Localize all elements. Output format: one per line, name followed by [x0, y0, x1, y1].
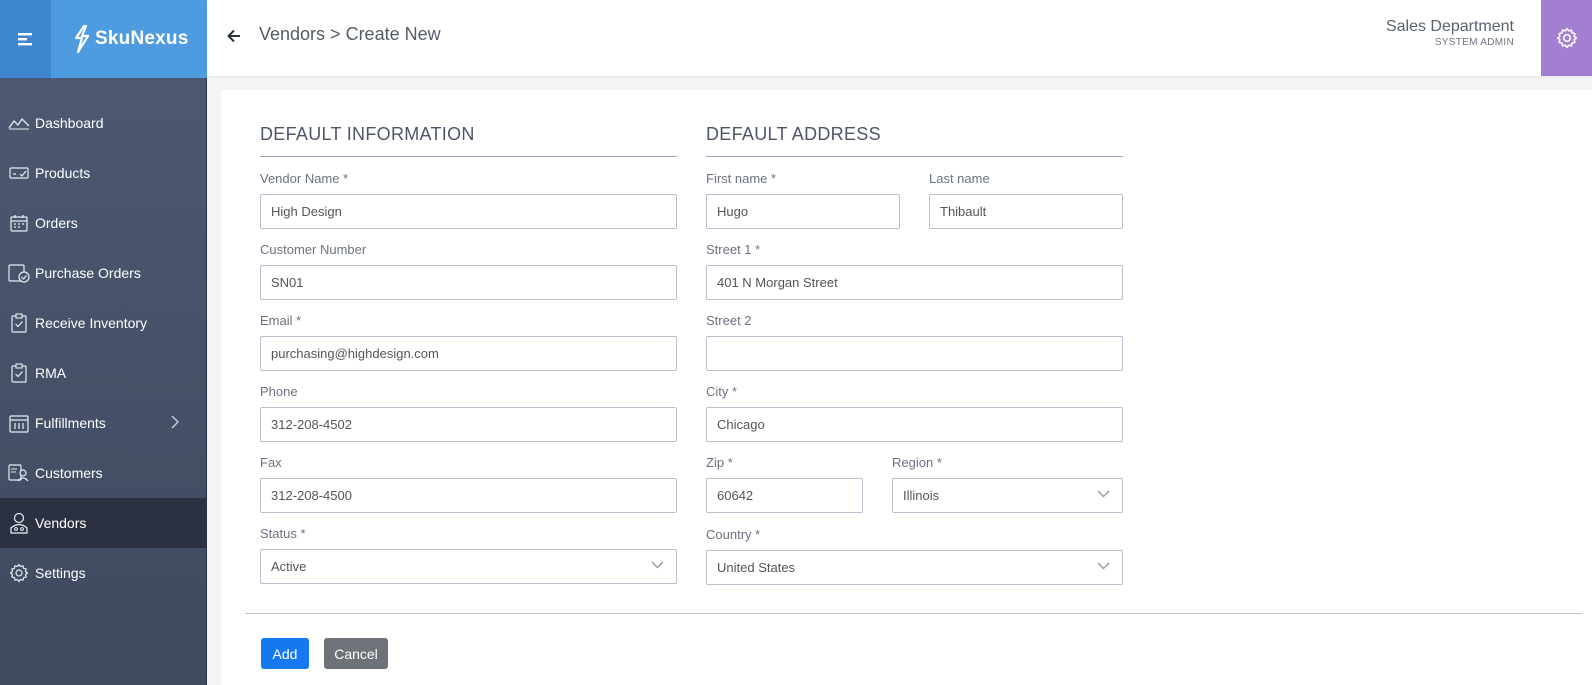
arrow-left-icon [227, 29, 240, 43]
zip-input[interactable]: 60642 [706, 478, 863, 513]
purchase-orders-icon [8, 262, 30, 284]
default-address-title: DEFAULT ADDRESS [706, 124, 881, 144]
products-icon [8, 162, 30, 184]
country-select[interactable]: United States [706, 550, 1123, 585]
fax-label: Fax [260, 455, 282, 470]
sidebar-item-receive-inventory[interactable]: Receive Inventory [0, 298, 207, 348]
chevron-down-icon [1097, 562, 1110, 570]
customer-number-input[interactable]: SN01 [260, 265, 677, 300]
sidebar-item-label: Purchase Orders [35, 265, 141, 281]
brand-bar: SkuNexus [0, 0, 207, 78]
brand-name: SkuNexus [95, 28, 189, 49]
first-name-input[interactable]: Hugo [706, 194, 900, 229]
street1-label: Street 1 * [706, 242, 761, 257]
sidebar-item-fulfillments[interactable]: Fulfillments [0, 398, 207, 448]
country-label: Country * [706, 527, 761, 542]
sidebar-item-settings[interactable]: Settings [0, 548, 207, 598]
vendor-form-card: DEFAULT INFORMATION Vendor Name * High D… [221, 90, 1592, 685]
sidebar: SkuNexus Dashboard Products Orders Purch… [0, 0, 207, 685]
country-value: United States [717, 560, 796, 575]
gear-icon [1556, 27, 1577, 49]
gear-icon [8, 562, 30, 584]
first-name-label: First name * [706, 171, 777, 186]
cancel-button[interactable]: Cancel [324, 638, 388, 669]
sidebar-item-label: Dashboard [35, 115, 104, 131]
sidebar-nav: Dashboard Products Orders Purchase Order… [0, 98, 207, 598]
menu-toggle-button[interactable] [0, 0, 51, 78]
clipboard-check-icon [8, 312, 30, 334]
sidebar-item-purchase-orders[interactable]: Purchase Orders [0, 248, 207, 298]
fax-input[interactable]: 312-208-4500 [260, 478, 677, 513]
sidebar-item-label: Settings [35, 565, 86, 581]
default-information-title: DEFAULT INFORMATION [260, 124, 475, 144]
phone-input[interactable]: 312-208-4502 [260, 407, 677, 442]
sidebar-item-products[interactable]: Products [0, 148, 207, 198]
street2-label: Street 2 [706, 313, 752, 328]
status-value: Active [271, 559, 307, 574]
region-value: Illinois [903, 488, 940, 503]
back-button[interactable] [224, 25, 244, 47]
hamburger-icon [17, 33, 32, 46]
last-name-label: Last name [929, 171, 990, 186]
department-switcher[interactable]: Sales Department SYSTEM ADMIN [1386, 18, 1514, 48]
header-settings-button[interactable] [1541, 0, 1592, 76]
customer-number-label: Customer Number [260, 242, 367, 257]
email-field[interactable]: purchasing@highdesign.com [260, 336, 677, 371]
top-header: Vendors > Create New Sales Department SY… [207, 0, 1592, 76]
sidebar-item-rma[interactable]: RMA [0, 348, 207, 398]
vendors-icon [8, 512, 30, 534]
vendor-name-label: Vendor Name * [260, 171, 349, 186]
logo-bolt-icon [74, 25, 90, 53]
sidebar-item-label: RMA [35, 365, 67, 381]
orders-icon [8, 212, 30, 234]
dashboard-icon [8, 112, 30, 134]
sidebar-item-label: Customers [35, 465, 103, 481]
add-button[interactable]: Add [261, 638, 309, 669]
zip-label: Zip * [706, 455, 733, 470]
sidebar-item-customers[interactable]: Customers [0, 448, 207, 498]
fulfillments-icon [8, 412, 30, 434]
chevron-down-icon [651, 561, 664, 569]
status-select[interactable]: Active [260, 549, 677, 584]
sidebar-item-dashboard[interactable]: Dashboard [0, 98, 207, 148]
status-label: Status * [260, 526, 306, 541]
brand-logo[interactable]: SkuNexus [51, 0, 207, 78]
chevron-right-icon [171, 415, 179, 429]
section-divider [706, 156, 1123, 157]
city-input[interactable]: Chicago [706, 407, 1123, 442]
email-label: Email * [260, 313, 302, 328]
sidebar-item-label: Orders [35, 215, 78, 231]
sidebar-item-label: Receive Inventory [35, 315, 148, 331]
section-divider [260, 156, 677, 157]
sidebar-item-label: Vendors [35, 515, 87, 531]
chevron-down-icon [1097, 490, 1110, 498]
vendor-name-input[interactable]: High Design [260, 194, 677, 229]
sidebar-item-orders[interactable]: Orders [0, 198, 207, 248]
form-divider [245, 613, 1582, 614]
user-role: SYSTEM ADMIN [1434, 37, 1514, 48]
city-label: City * [706, 384, 738, 399]
breadcrumb: Vendors > Create New [259, 24, 441, 44]
customers-icon [8, 462, 30, 484]
region-label: Region * [892, 455, 942, 470]
sidebar-item-label: Products [35, 165, 91, 181]
region-select[interactable]: Illinois [892, 478, 1123, 513]
sidebar-item-label: Fulfillments [35, 415, 106, 431]
last-name-input[interactable]: Thibault [929, 194, 1123, 229]
phone-label: Phone [260, 384, 298, 399]
sidebar-item-vendors[interactable]: Vendors [0, 498, 207, 548]
department-name: Sales Department [1385, 18, 1514, 35]
street1-input[interactable]: 401 N Morgan Street [706, 265, 1123, 300]
street2-input[interactable] [706, 336, 1123, 371]
clipboard-check-icon [8, 362, 30, 384]
